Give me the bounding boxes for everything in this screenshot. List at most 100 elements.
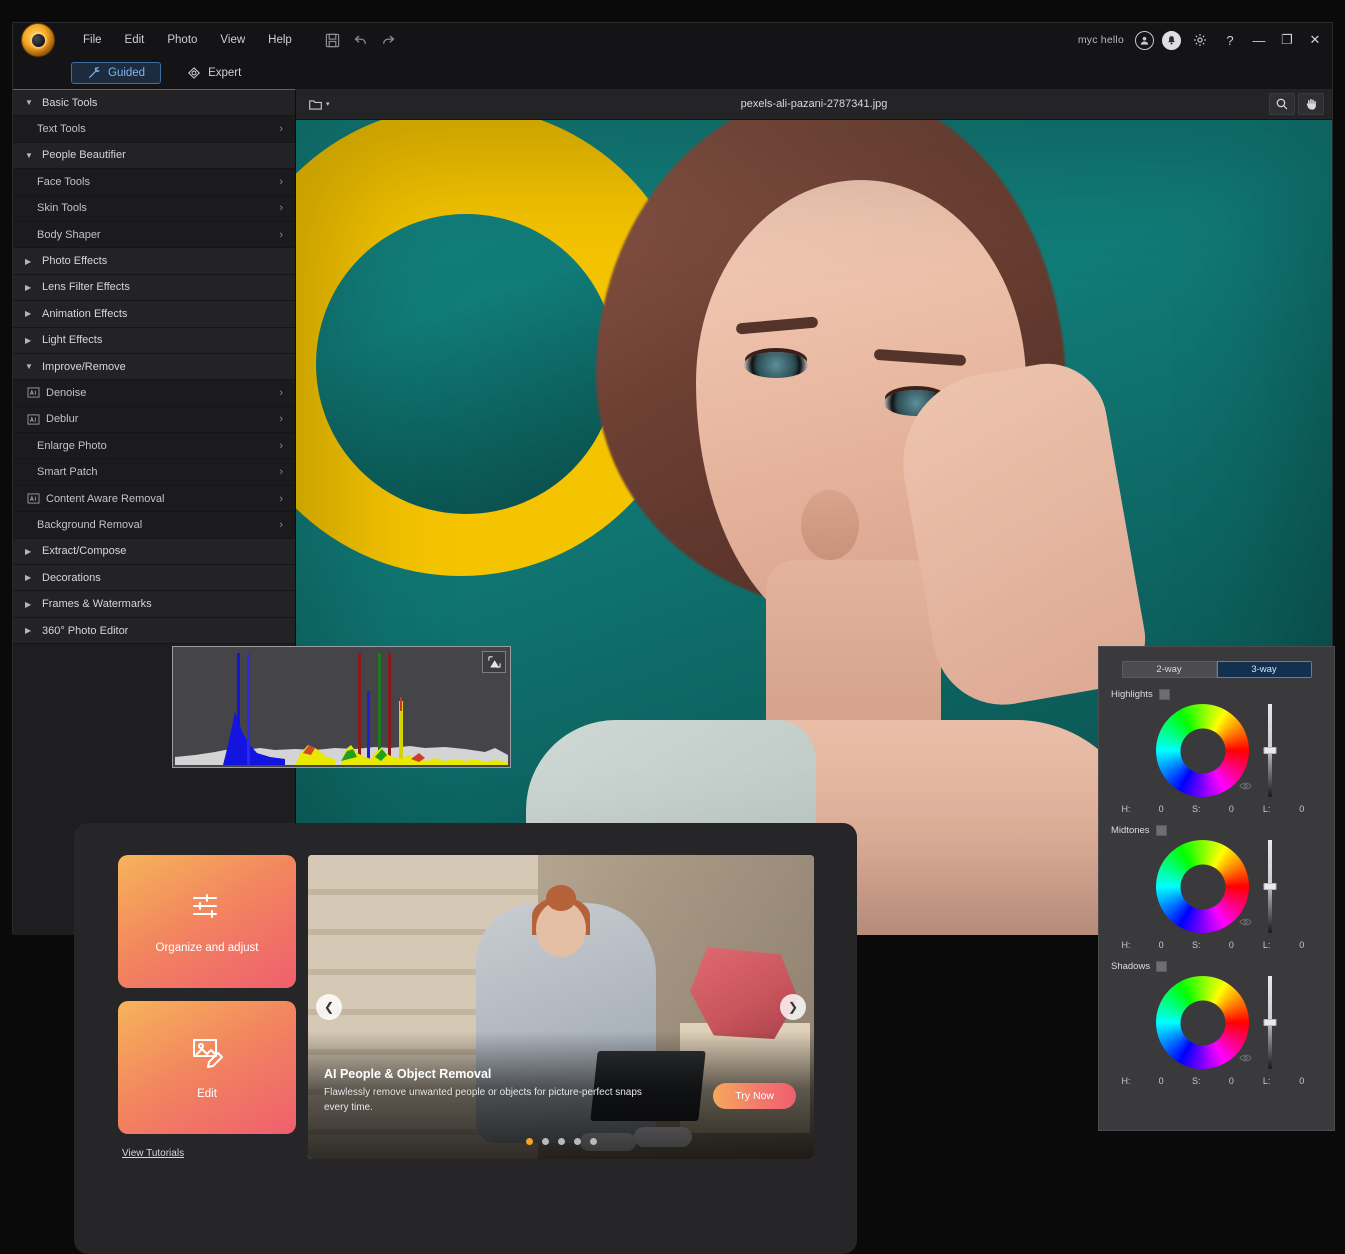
chevron-right-icon: › (279, 202, 283, 215)
sidebar-item-face-tools[interactable]: Face Tools › (13, 169, 295, 196)
color-wheel-highlights[interactable] (1156, 704, 1249, 797)
luminance-slider-shadows[interactable] (1263, 976, 1277, 1069)
luminance-slider-highlights[interactable] (1263, 704, 1277, 797)
account-icon[interactable] (1135, 30, 1154, 50)
chevron-right-icon: ❯ (787, 1000, 799, 1014)
sidebar-group-animation-effects[interactable]: ▶ Animation Effects (13, 301, 295, 328)
menu-item-help[interactable]: Help (258, 30, 302, 50)
sidebar-group-lens-filter-effects[interactable]: ▶ Lens Filter Effects (13, 274, 295, 302)
tab-2-way[interactable]: 2-way (1121, 661, 1217, 678)
chevron-right-icon: › (279, 228, 283, 241)
eyedropper-icon[interactable] (1239, 778, 1252, 796)
carousel-dot[interactable] (525, 1138, 533, 1145)
magic-wand-icon (89, 66, 100, 78)
sidebar-group-extract-compose[interactable]: ▶ Extract/Compose (13, 538, 295, 566)
menu-item-file[interactable]: File (73, 30, 112, 50)
sidebar-group-photo-effects[interactable]: ▶ Photo Effects (13, 248, 295, 275)
sidebar-item-deblur[interactable]: Deblur › (13, 406, 295, 434)
hand-tool-icon[interactable] (1298, 93, 1324, 115)
open-file-button[interactable]: ▾ (296, 97, 330, 112)
view-tutorials-link[interactable]: View Tutorials (118, 1148, 296, 1159)
account-label[interactable]: myc hello (1078, 34, 1124, 46)
tab-3-way[interactable]: 3-way (1216, 661, 1312, 678)
sidebar-item-body-shaper[interactable]: Body Shaper › (13, 221, 295, 249)
carousel-prev-button[interactable]: ❮ (316, 994, 342, 1020)
sidebar-item-background-removal[interactable]: Background Removal › (13, 512, 295, 539)
color-swatch[interactable] (1158, 689, 1170, 700)
histogram-panel[interactable] (172, 646, 511, 768)
eyedropper-icon[interactable] (1239, 1050, 1252, 1068)
clipping-warning-icon[interactable] (482, 651, 506, 673)
sidebar-group-improve-remove[interactable]: ▼ Improve/Remove (13, 353, 295, 381)
carousel-dot[interactable] (573, 1138, 581, 1145)
settings-gear-icon[interactable] (1189, 29, 1211, 51)
tile-organize-and-adjust[interactable]: Organize and adjust (118, 855, 296, 988)
carousel-dot[interactable] (541, 1138, 549, 1145)
color-group-midtones: Midtones H: 0 S: 0 L: 0 (1099, 825, 1334, 950)
histogram-plot (175, 649, 508, 765)
wheel-row (1111, 976, 1322, 1069)
maximize-button[interactable]: ❐ (1274, 25, 1300, 55)
close-button[interactable]: ✕ (1302, 25, 1328, 55)
carousel-dots (308, 1138, 814, 1145)
notification-icon[interactable] (1162, 30, 1181, 50)
eyedropper-icon[interactable] (1239, 914, 1252, 932)
ai-badge-icon (27, 386, 42, 399)
color-wheel-shadows[interactable] (1156, 976, 1249, 1069)
carousel-person-bun (546, 885, 576, 911)
color-mode-toggle: 2-way 3-way (1121, 661, 1312, 678)
carousel-dot[interactable] (557, 1138, 565, 1145)
tab-guided[interactable]: Guided (71, 62, 162, 84)
sidebar-item-denoise[interactable]: Denoise › (13, 380, 295, 407)
sidebar-item-label: Basic Tools (42, 96, 98, 109)
sidebar-group-frames-watermarks[interactable]: ▶ Frames & Watermarks (13, 591, 295, 618)
tab-expert[interactable]: Expert (171, 62, 257, 84)
minimize-button[interactable]: — (1246, 25, 1272, 55)
luminance-value[interactable]: 0 (1282, 804, 1322, 814)
redo-icon[interactable] (380, 31, 398, 49)
carousel-dot[interactable] (589, 1138, 597, 1145)
open-file-icon (309, 99, 322, 110)
hue-value[interactable]: 0 (1141, 940, 1181, 950)
luminance-value[interactable]: 0 (1282, 1076, 1322, 1086)
menu-item-view[interactable]: View (210, 30, 255, 50)
hue-value[interactable]: 0 (1141, 804, 1181, 814)
carousel-next-button[interactable]: ❯ (780, 994, 806, 1020)
saturation-value[interactable]: 0 (1211, 804, 1251, 814)
luminance-value[interactable]: 0 (1282, 940, 1322, 950)
try-now-button[interactable]: Try Now (713, 1083, 796, 1109)
sidebar-group-light-effects[interactable]: ▶ Light Effects (13, 327, 295, 354)
sidebar-item-content-aware-removal[interactable]: Content Aware Removal › (13, 485, 295, 513)
sidebar-item-smart-patch[interactable]: Smart Patch › (13, 459, 295, 486)
color-wheel-midtones[interactable] (1156, 840, 1249, 933)
help-icon[interactable]: ? (1219, 29, 1241, 51)
color-swatch[interactable] (1155, 825, 1167, 836)
tile-edit[interactable]: Edit (118, 1001, 296, 1134)
color-swatch[interactable] (1156, 961, 1168, 972)
sidebar-group-360-photo-editor[interactable]: ▶ 360° Photo Editor (13, 617, 295, 645)
histogram-graph (175, 649, 508, 765)
undo-icon[interactable] (352, 31, 370, 49)
diamond-layers-icon (188, 67, 201, 79)
luminance-slider-midtones[interactable] (1263, 840, 1277, 933)
luminance-label: L: (1262, 940, 1271, 950)
sidebar-item-skin-tools[interactable]: Skin Tools › (13, 195, 295, 222)
hue-value[interactable]: 0 (1141, 1076, 1181, 1086)
sidebar-group-people-beautifier[interactable]: ▼ People Beautifier (13, 142, 295, 170)
ai-badge-icon (27, 492, 42, 505)
launcher-tiles: Organize and adjust Edit (118, 855, 296, 1134)
group-header: Highlights (1111, 689, 1322, 700)
zoom-tool-icon[interactable] (1269, 93, 1295, 115)
carousel-caption: AI People & Object Removal Flawlessly re… (324, 1067, 654, 1115)
hue-label: H: (1121, 1076, 1131, 1086)
menu-item-edit[interactable]: Edit (115, 30, 155, 50)
menu-item-photo[interactable]: Photo (157, 30, 207, 50)
save-icon[interactable] (324, 31, 342, 49)
sidebar-group-decorations[interactable]: ▶ Decorations (13, 565, 295, 592)
sidebar-item-text-tools[interactable]: Text Tools › (13, 116, 295, 143)
saturation-value[interactable]: 0 (1211, 1076, 1251, 1086)
sidebar-group-basic-tools[interactable]: ▼ Basic Tools (13, 90, 295, 117)
sidebar-item-enlarge-photo[interactable]: Enlarge Photo › (13, 433, 295, 460)
chevron-right-icon: ▶ (25, 573, 32, 583)
saturation-value[interactable]: 0 (1211, 940, 1251, 950)
